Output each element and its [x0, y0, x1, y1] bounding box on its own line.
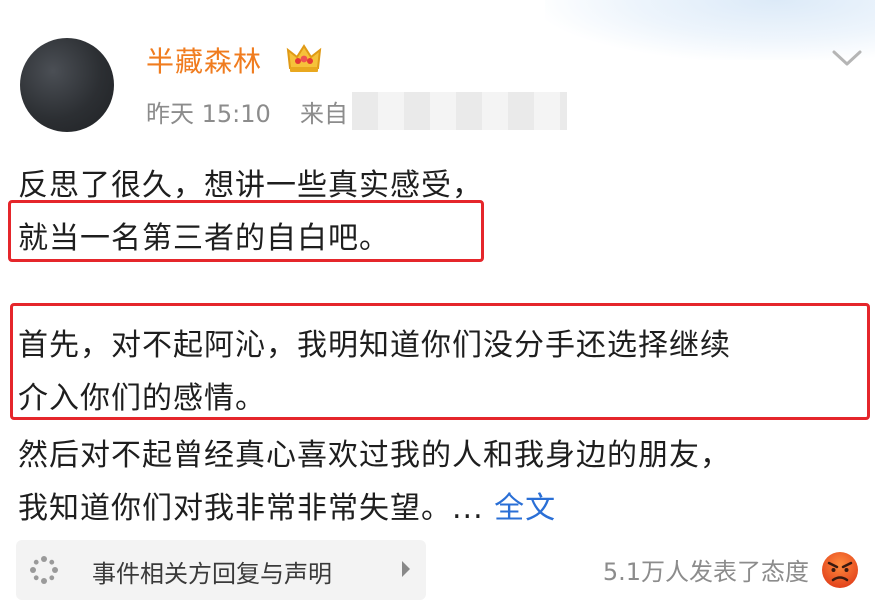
chevron-down-icon[interactable] — [830, 46, 864, 70]
post-text-line: 然后对不起曾经真心喜欢过我的人和我身边的朋友， — [18, 438, 731, 473]
source-label: 来自 — [300, 100, 348, 128]
topic-label: 事件相关方回复与声明 — [92, 560, 332, 588]
post-text-line: 反思了很久，想讲一些真实感受， — [18, 168, 483, 203]
post-text-line: 就当一名第三者的自白吧。 — [18, 221, 390, 256]
username[interactable]: 半藏森林 — [146, 40, 262, 80]
post-time: 昨天 15:10 — [146, 100, 271, 128]
full-text-link[interactable]: 全文 — [494, 491, 556, 526]
topic-card[interactable]: 事件相关方回复与声明 — [16, 540, 426, 600]
post-text-line: 介入你们的感情。 — [18, 381, 266, 416]
post-text-line-last: 我知道你们对我非常非常失望。... 全文 — [18, 483, 556, 527]
header-background — [545, 0, 875, 60]
chevron-right-icon — [402, 561, 410, 577]
avatar[interactable] — [20, 38, 114, 132]
topic-icon — [30, 556, 58, 584]
reaction-count[interactable]: 5.1万人发表了态度 — [603, 552, 809, 587]
source-redacted — [352, 92, 567, 130]
post-text-line: 首先，对不起阿沁，我明知道你们没分手还选择继续 — [18, 328, 731, 363]
crown-icon — [286, 44, 322, 72]
post-text: 我知道你们对我非常非常失望。... — [18, 491, 484, 526]
angry-face-icon[interactable] — [820, 550, 860, 590]
